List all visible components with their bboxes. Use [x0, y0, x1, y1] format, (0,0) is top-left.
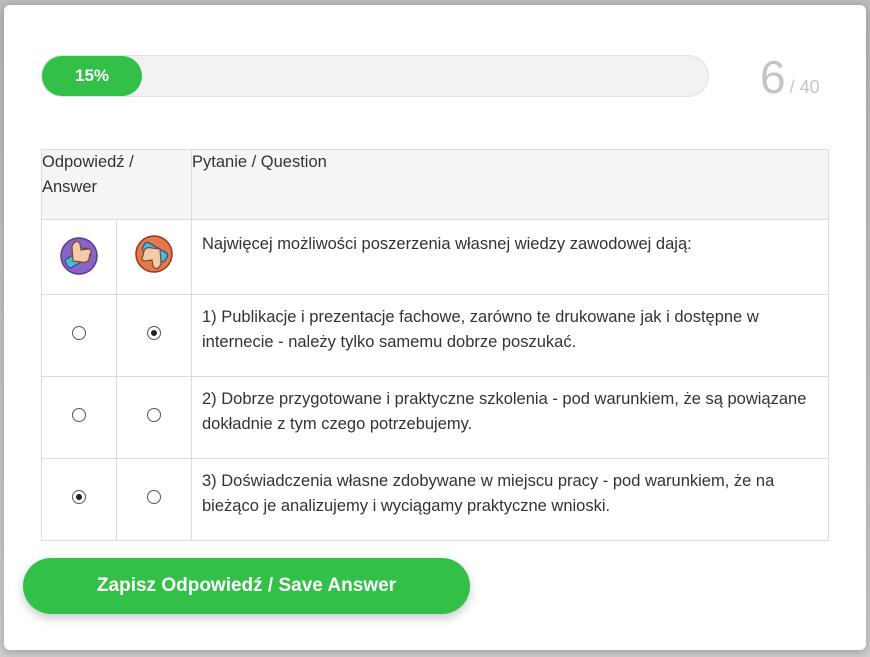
answer-2-agree-radio[interactable] — [72, 408, 86, 422]
answer-2-text: 2) Dobrze przygotowane i praktyczne szko… — [191, 376, 829, 459]
save-answer-button[interactable]: Zapisz Odpowiedź / Save Answer — [23, 558, 470, 614]
answer-3-text: 3) Doświadczenia własne zdobywane w miej… — [191, 458, 829, 541]
answer-row-1: 1) Publikacje i prezentacje fachowe, zar… — [41, 294, 829, 377]
answer-3-disagree-radio[interactable] — [147, 490, 161, 504]
thumbs-down-icon — [135, 234, 173, 273]
question-number: 6 — [760, 51, 786, 103]
table-header-row: Odpowiedź / Answer Pytanie / Question — [41, 149, 829, 220]
answer-1-text: 1) Publikacje i prezentacje fachowe, zar… — [191, 294, 829, 377]
header-answer: Odpowiedź / Answer — [41, 149, 192, 220]
agree-column-header — [41, 219, 117, 295]
disagree-column-header — [116, 219, 192, 295]
question-counter: 6/ 40 — [760, 49, 820, 105]
question-card: 15% 6/ 40 Odpowiedź / Answer Pytanie / Q… — [4, 5, 866, 650]
progress-label: 15% — [74, 66, 110, 85]
answer-2-disagree-radio[interactable] — [147, 408, 161, 422]
answer-row-3: 3) Doświadczenia własne zdobywane w miej… — [41, 458, 829, 541]
answer-1-disagree-radio[interactable] — [147, 326, 161, 340]
thumbs-up-icon — [60, 236, 98, 275]
icon-row: Najwięcej możliwości poszerzenia własnej… — [41, 219, 829, 295]
header-question: Pytanie / Question — [191, 149, 829, 220]
answer-1-agree-radio[interactable] — [72, 326, 86, 340]
answer-row-2: 2) Dobrze przygotowane i praktyczne szko… — [41, 376, 829, 459]
answer-3-agree-radio[interactable] — [72, 490, 86, 504]
question-table: Odpowiedź / Answer Pytanie / Question Na… — [41, 149, 829, 541]
progress-bar: 15% — [41, 55, 709, 97]
question-text: Najwięcej możliwości poszerzenia własnej… — [191, 219, 829, 295]
progress-fill: 15% — [42, 56, 142, 96]
question-total: / 40 — [789, 77, 820, 97]
